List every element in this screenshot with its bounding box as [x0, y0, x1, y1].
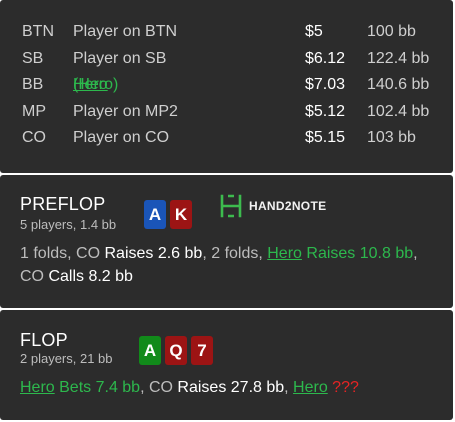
action-text: 1 folds, CO [20, 245, 105, 262]
position-label: BB [22, 76, 44, 93]
player-name: Player on SB [73, 50, 167, 67]
players-panel: BTN Player on BTN $5 100 bb SB Player on… [0, 0, 453, 173]
hero-link[interactable]: Hero [293, 379, 328, 396]
action-text: CO [20, 268, 49, 285]
position-label: MP [22, 103, 46, 120]
player-name: Player on MP2 [73, 103, 178, 120]
street-subtitle: 5 players, 1.4 bb [20, 217, 117, 232]
action-text: , 2 folds, [202, 245, 268, 262]
hero-link[interactable]: Hero [73, 72, 108, 98]
player-name-hero: Hero (Hero) [73, 72, 118, 98]
preflop-actions-line-2: CO Calls 8.2 bb [20, 265, 133, 288]
stack-bb: 100 bb [367, 23, 416, 40]
stack-bb: 102.4 bb [367, 103, 430, 120]
card-seven: 7 [191, 336, 213, 365]
position-label: CO [22, 129, 46, 146]
stack-dollars: $5.12 [305, 103, 346, 120]
hero-link[interactable]: Hero [20, 379, 55, 396]
hero-link[interactable]: Hero [267, 245, 302, 262]
position-label: BTN [22, 23, 54, 40]
action-text: , CO [140, 379, 178, 396]
position-label: SB [22, 50, 44, 67]
action-raise: Raises 2.6 bb [104, 245, 203, 262]
action-text: , [284, 379, 294, 396]
stack-dollars: $5 [305, 23, 323, 40]
street-title: PREFLOP [20, 194, 106, 214]
hand2note-logo-text: HAND2NOTE [249, 199, 327, 213]
action-call: Calls 8.2 bb [48, 268, 133, 285]
stack-dollars: $6.12 [305, 50, 346, 67]
stack-bb: 140.6 bb [367, 76, 430, 93]
player-name: Player on BTN [73, 23, 178, 40]
flop-panel: FLOP 2 players, 21 bb A Q 7 Hero Bets 7.… [0, 310, 453, 420]
player-name: Player on CO [73, 129, 170, 146]
preflop-actions-line-1: 1 folds, CO Raises 2.6 bb, 2 folds, Hero… [20, 242, 418, 265]
preflop-panel: PREFLOP 5 players, 1.4 bb A K HAND2NOTE … [0, 175, 453, 308]
street-subtitle: 2 players, 21 bb [20, 351, 113, 366]
card-queen: Q [165, 336, 187, 365]
action-raise: Raises 27.8 bb [177, 379, 285, 396]
stack-bb: 103 bb [367, 129, 416, 146]
hero-action: Raises 10.8 bb [301, 245, 414, 262]
card-king: K [170, 200, 192, 229]
street-title: FLOP [20, 330, 68, 350]
card-ace: A [144, 200, 166, 229]
card-ace: A [139, 336, 161, 365]
pending-decision: ??? [327, 379, 359, 396]
hand2note-logo: HAND2NOTE [219, 194, 326, 218]
stack-dollars: $7.03 [305, 76, 346, 93]
hand2note-icon [220, 194, 242, 218]
board-cards: A Q 7 [139, 336, 217, 365]
hole-cards: A K [144, 200, 196, 229]
flop-actions-line: Hero Bets 7.4 bb, CO Raises 27.8 bb, Her… [20, 376, 359, 399]
action-text: , [413, 245, 418, 262]
stack-bb: 122.4 bb [367, 50, 430, 67]
hero-action: Bets 7.4 bb [54, 379, 141, 396]
stack-dollars: $5.15 [305, 129, 346, 146]
